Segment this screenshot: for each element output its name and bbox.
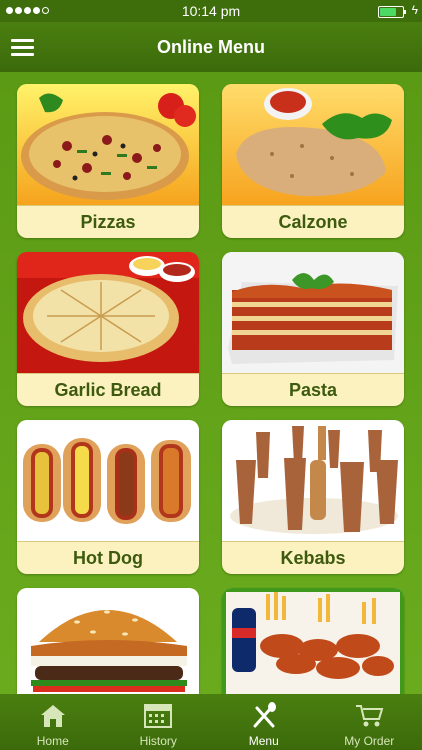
tab-history[interactable]: History	[106, 694, 212, 750]
tab-label: Menu	[248, 734, 279, 748]
kebabs-photo	[222, 420, 404, 542]
wings-photo	[222, 588, 404, 694]
tab-home[interactable]: Home	[0, 694, 106, 750]
tab-bar: Home History Menu My Order	[0, 694, 422, 750]
page-title: Online Menu	[157, 37, 265, 57]
garlic-bread-photo	[17, 252, 199, 374]
menu-item-calzone[interactable]: Calzone	[222, 84, 404, 238]
menu-item-label: Pasta	[222, 373, 404, 406]
hot-dog-photo	[17, 420, 199, 542]
menu-item-kebabs[interactable]: Kebabs	[222, 420, 404, 574]
burger-photo	[17, 588, 199, 694]
menu-item-pizzas[interactable]: Pizzas	[17, 84, 199, 238]
menu-item-label: Hot Dog	[17, 541, 199, 574]
status-time: 10:14 pm	[181, 3, 241, 19]
tab-label: History	[139, 734, 177, 748]
tab-label: My Order	[344, 734, 395, 748]
menu-item-garlic-bread[interactable]: Garlic Bread	[17, 252, 199, 406]
tab-label: Home	[36, 734, 69, 748]
cart-icon	[356, 705, 384, 727]
charging-icon: ϟ	[411, 3, 418, 17]
status-bar: 10:14 pm ϟ	[0, 0, 422, 22]
menu-item-pasta[interactable]: Pasta	[222, 252, 404, 406]
battery-icon	[378, 6, 406, 18]
home-icon	[40, 705, 65, 727]
menu-item-burger[interactable]	[17, 588, 199, 694]
tab-menu[interactable]: Menu	[211, 694, 317, 750]
pizza-photo	[17, 84, 199, 206]
tab-my-order[interactable]: My Order	[317, 694, 422, 750]
menu-item-label: Garlic Bread	[17, 373, 199, 406]
menu-item-label: Kebabs	[222, 541, 404, 574]
menu-item-wings[interactable]	[222, 588, 404, 694]
menu-item-label: Calzone	[222, 205, 404, 238]
calzone-photo	[222, 84, 404, 206]
nav-bar: Online Menu	[0, 22, 422, 72]
lasagna-photo	[222, 252, 404, 374]
menu-grid: Pizzas Calzone Garlic Bread Pasta Hot Do…	[0, 72, 422, 694]
calendar-icon	[144, 704, 173, 728]
menu-item-hot-dog[interactable]: Hot Dog	[17, 420, 199, 574]
menu-item-label: Pizzas	[17, 205, 199, 238]
utensils-icon	[253, 702, 276, 728]
